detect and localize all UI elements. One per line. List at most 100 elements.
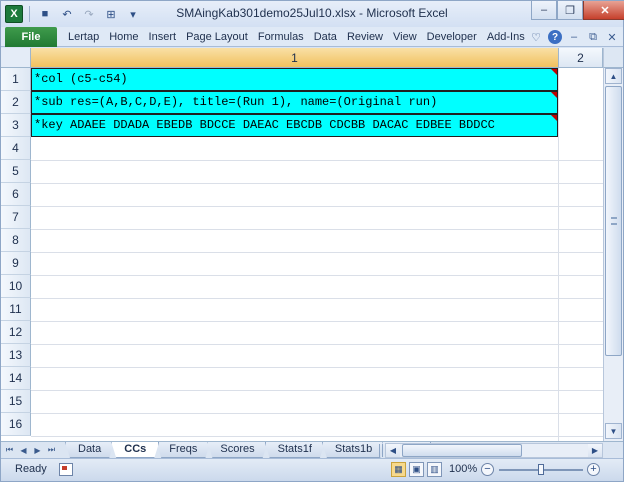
minimize-ribbon-icon[interactable]: ♡ [529,31,543,44]
sheet-nav: ⏮ ◀ ▶ ⏭ [3,443,58,457]
column-gridline [558,68,559,441]
row-header-6[interactable]: 6 [1,183,31,206]
scroll-left-icon[interactable]: ◀ [386,444,400,457]
excel-window: X ■ ↶ ↷ ⊞ ▾ SMAingKab301demo25Jul10.xlsx… [0,0,624,482]
row-header-4[interactable]: 4 [1,137,31,160]
page-layout-view-icon[interactable]: ▣ [409,462,424,477]
ribbon-right-icons: ♡ ? – ⧉ ✕ [529,28,619,46]
row-header-5[interactable]: 5 [1,160,31,183]
row-header-8[interactable]: 8 [1,229,31,252]
tab-add-ins[interactable]: Add-Ins [482,27,530,47]
cell-r3c1[interactable]: *key ADAEE DDADA EBEDB BDCCE DAEAC EBCDB… [31,114,558,137]
next-sheet-icon[interactable]: ▶ [31,443,44,457]
comment-indicator-icon[interactable] [551,115,557,121]
window-controls: – ❐ ✕ [531,1,624,21]
scroll-up-icon[interactable]: ▲ [605,68,622,84]
sheet-tab-freqs[interactable]: Freqs [156,442,210,458]
sheet-tab-ccs[interactable]: CCs [111,442,159,458]
zoom-in-icon[interactable]: + [587,463,600,476]
row-gridline [31,160,603,161]
row-header-9[interactable]: 9 [1,252,31,275]
file-tab[interactable]: File [5,27,57,47]
tab-page-layout[interactable]: Page Layout [181,27,253,47]
row-gridline [31,367,603,368]
select-all-corner[interactable] [1,48,31,68]
row-header-1[interactable]: 1 [1,68,31,91]
workbook-restore-icon[interactable]: ⧉ [586,31,600,44]
sheet-tab-stats1b[interactable]: Stats1b [322,442,385,458]
minimize-button[interactable]: – [531,1,557,20]
workbook-close-icon[interactable]: ✕ [605,31,619,44]
row-gridline [31,413,603,414]
tab-insert[interactable]: Insert [144,27,182,47]
horizontal-scrollbar[interactable]: ◀ ▶ [385,443,603,458]
zoom-slider-thumb[interactable] [538,464,544,475]
scroll-right-icon[interactable]: ▶ [588,444,602,457]
row-header-16[interactable]: 16 [1,413,31,436]
first-sheet-icon[interactable]: ⏮ [3,443,16,457]
comment-indicator-icon[interactable] [551,92,557,98]
row-gridline [31,206,603,207]
zoom-out-icon[interactable]: − [481,463,494,476]
row-gridline [31,390,603,391]
row-gridline [31,275,603,276]
restore-button[interactable]: ❐ [557,1,583,20]
scroll-down-icon[interactable]: ▼ [605,423,622,439]
row-gridline [31,229,603,230]
vertical-scroll-thumb[interactable] [605,86,622,356]
tab-split-handle[interactable] [379,444,383,457]
page-break-view-icon[interactable]: ▥ [427,462,442,477]
ribbon-tabs: File Lertap Home Insert Page Layout Form… [1,27,623,47]
row-gridline [31,344,603,345]
row-gridline [31,183,603,184]
cell-r1c1[interactable]: *col (c5-c54) [31,68,558,91]
help-icon[interactable]: ? [548,30,562,44]
last-sheet-icon[interactable]: ⏭ [45,443,58,457]
row-gridline [31,436,603,437]
tab-formulas[interactable]: Formulas [253,27,309,47]
scroll-grip-icon [611,217,617,225]
zoom-level[interactable]: 100% [449,463,477,475]
close-button[interactable]: ✕ [583,1,624,20]
row-header-2[interactable]: 2 [1,91,31,114]
row-gridline [31,298,603,299]
row-gridline [31,252,603,253]
row-header-13[interactable]: 13 [1,344,31,367]
column-header-1[interactable]: 1 [31,48,559,68]
row-header-14[interactable]: 14 [1,367,31,390]
normal-view-icon[interactable]: ▦ [391,462,406,477]
worksheet-grid[interactable]: 1 2 1 2 3 4 5 6 7 8 9 10 11 12 13 14 15 … [1,48,623,441]
tab-lertap[interactable]: Lertap [63,27,104,47]
sheet-tab-stats1f[interactable]: Stats1f [265,442,325,458]
row-header-10[interactable]: 10 [1,275,31,298]
row-header-12[interactable]: 12 [1,321,31,344]
sheet-tab-data[interactable]: Data [65,442,114,458]
row-header-15[interactable]: 15 [1,390,31,413]
sheet-tab-scores[interactable]: Scores [207,442,267,458]
prev-sheet-icon[interactable]: ◀ [17,443,30,457]
comment-indicator-icon[interactable] [551,69,557,75]
tab-view[interactable]: View [388,27,422,47]
column-header-2[interactable]: 2 [559,48,603,68]
window-title: SMAingKab301demo25Jul10.xlsx - Microsoft… [176,6,448,20]
tab-data[interactable]: Data [309,27,342,47]
row-header-7[interactable]: 7 [1,206,31,229]
macro-record-icon[interactable] [59,463,73,476]
cell-r2c1[interactable]: *sub res=(A,B,C,D,E), title=(Run 1), nam… [31,91,558,114]
vertical-scrollbar[interactable]: ▲ ▼ [603,68,623,441]
row-header-11[interactable]: 11 [1,298,31,321]
cell-text: *sub res=(A,B,C,D,E), title=(Run 1), nam… [34,95,438,109]
tab-developer[interactable]: Developer [422,27,482,47]
row-header-3[interactable]: 3 [1,114,31,137]
workbook-minimize-icon[interactable]: – [567,31,581,43]
cell-text: *key ADAEE DDADA EBEDB BDCCE DAEAC EBCDB… [34,118,495,132]
horizontal-scroll-thumb[interactable] [402,444,522,457]
tab-review[interactable]: Review [342,27,388,47]
ribbon-tab-list: Lertap Home Insert Page Layout Formulas … [63,27,530,47]
cell-text: *col (c5-c54) [34,72,128,86]
vertical-split-box[interactable] [603,48,623,68]
status-text: Ready [15,463,47,475]
status-bar: Ready ▦ ▣ ▥ 100% − + [1,458,623,481]
sheet-tab-list: Data CCs Freqs Scores Stats1f Stats1b cs… [65,442,428,459]
tab-home[interactable]: Home [104,27,143,47]
